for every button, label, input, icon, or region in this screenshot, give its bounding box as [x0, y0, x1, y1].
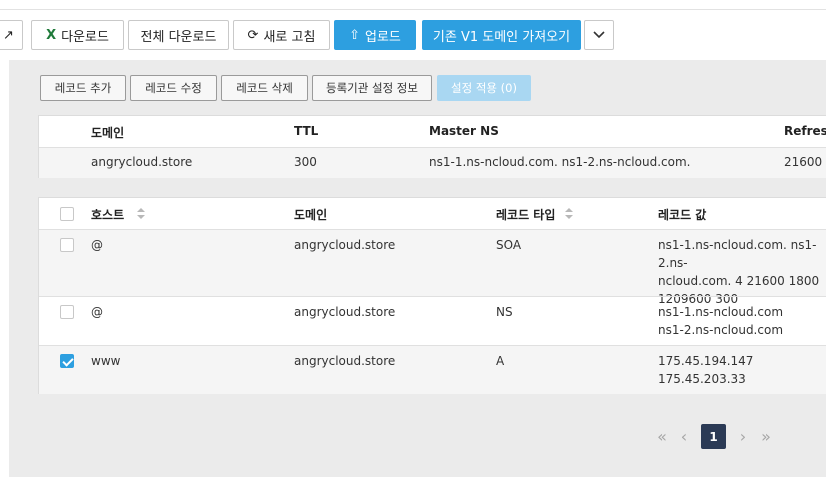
type-cell: A	[496, 354, 505, 368]
first-page-icon[interactable]: «	[654, 424, 670, 449]
download-label: 다운로드	[61, 29, 109, 45]
host-cell: @	[91, 238, 103, 252]
upload-icon: ⇧	[349, 27, 360, 43]
ttl-header: TTL	[294, 124, 319, 138]
host-cell: www	[91, 354, 121, 368]
prev-page-icon[interactable]: ‹	[678, 424, 690, 449]
refresh-header: Refresh	[784, 124, 826, 138]
record-domain-header: 도메인	[294, 208, 328, 222]
record-action-bar: 레코드 추가 레코드 수정 레코드 삭제 등록기관 설정 정보 설정 적용 (0…	[0, 75, 826, 101]
value-line: ncloud.com. 4 21600 1800	[658, 274, 820, 288]
row-divider	[39, 296, 826, 297]
value-cell: ns1-1.ns-ncloud.com. ns1-2.ns- ncloud.co…	[658, 236, 826, 308]
chevron-down-icon	[593, 31, 605, 39]
page-1-button[interactable]: 1	[701, 424, 726, 449]
add-record-button[interactable]: 레코드 추가	[40, 75, 126, 101]
download-button[interactable]: X 다운로드	[31, 20, 124, 50]
type-cell: NS	[496, 305, 513, 319]
download-all-button[interactable]: 전체 다운로드	[128, 20, 229, 50]
type-cell: SOA	[496, 238, 522, 252]
next-page-icon[interactable]: ›	[737, 424, 749, 449]
domain-info-table: 도메인 TTL Master NS Refresh angrycloud.sto…	[38, 115, 826, 178]
excel-icon: X	[46, 27, 57, 43]
edit-record-button[interactable]: 레코드 수정	[130, 75, 217, 101]
import-v1-label: 기존 V1 도메인 가져오기	[432, 29, 571, 45]
value-line: 175.45.203.33	[658, 372, 746, 386]
value-line: 175.45.194.147	[658, 354, 754, 368]
domain-value: angrycloud.store	[91, 155, 193, 169]
upload-label: 업로드	[365, 29, 401, 45]
open-external-button[interactable]: ↗	[0, 20, 23, 50]
host-cell: @	[91, 305, 103, 319]
domain-cell: angrycloud.store	[294, 238, 396, 252]
toolbar: ↗ X 다운로드 전체 다운로드 ⟳ 새로 고침 ⇧ 업로드 기존 V1 도메인…	[0, 20, 826, 50]
ttl-value: 300	[294, 155, 317, 169]
top-divider	[0, 9, 826, 10]
type-sort-icon[interactable]	[565, 208, 573, 220]
download-all-label: 전체 다운로드	[140, 29, 217, 45]
apply-settings-label: 설정 적용 (0)	[451, 81, 517, 95]
master-ns-header: Master NS	[429, 124, 499, 138]
value-cell: ns1-1.ns-ncloud.com ns1-2.ns-ncloud.com	[658, 303, 783, 339]
more-dropdown-button[interactable]	[584, 20, 614, 50]
domain-cell: angrycloud.store	[294, 305, 396, 319]
value-line: ns1-1.ns-ncloud.com. ns1-2.ns-	[658, 238, 817, 270]
host-header: 호스트	[91, 208, 125, 222]
master-ns-value: ns1-1.ns-ncloud.com. ns1-2.ns-ncloud.com…	[429, 155, 691, 169]
external-link-icon: ↗	[3, 27, 14, 43]
import-v1-domain-button[interactable]: 기존 V1 도메인 가져오기	[422, 20, 581, 50]
registrar-settings-button[interactable]: 등록기관 설정 정보	[312, 75, 432, 101]
refresh-button[interactable]: ⟳ 새로 고침	[233, 20, 330, 50]
delete-record-button[interactable]: 레코드 삭제	[221, 75, 308, 101]
refresh-icon: ⟳	[247, 27, 259, 43]
value-line: ns1-2.ns-ncloud.com	[658, 323, 784, 337]
upload-button[interactable]: ⇧ 업로드	[334, 20, 416, 50]
registrar-settings-label: 등록기관 설정 정보	[326, 81, 418, 95]
pagination: « ‹ 1 › »	[650, 424, 780, 449]
row-checkbox[interactable]	[60, 238, 74, 252]
add-record-label: 레코드 추가	[54, 81, 112, 95]
domain-header: 도메인	[91, 126, 125, 140]
record-value-header: 레코드 값	[658, 208, 707, 222]
host-sort-icon[interactable]	[137, 208, 145, 220]
select-all-checkbox[interactable]	[60, 207, 74, 221]
row-checkbox[interactable]	[60, 305, 74, 319]
record-type-header: 레코드 타입	[496, 208, 556, 222]
last-page-icon[interactable]: »	[758, 424, 774, 449]
refresh-label: 새로 고침	[263, 29, 316, 45]
value-line: ns1-1.ns-ncloud.com	[658, 305, 784, 319]
domain-cell: angrycloud.store	[294, 354, 396, 368]
delete-record-label: 레코드 삭제	[236, 81, 293, 95]
value-cell: 175.45.194.147 175.45.203.33	[658, 352, 753, 388]
refresh-value: 21600	[784, 155, 823, 169]
edit-record-label: 레코드 수정	[145, 81, 202, 95]
row-checkbox[interactable]	[60, 354, 74, 368]
records-table: 호스트 도메인 레코드 타입 레코드 값 @ angrycloud.store …	[38, 197, 826, 394]
apply-settings-button[interactable]: 설정 적용 (0)	[437, 75, 531, 101]
